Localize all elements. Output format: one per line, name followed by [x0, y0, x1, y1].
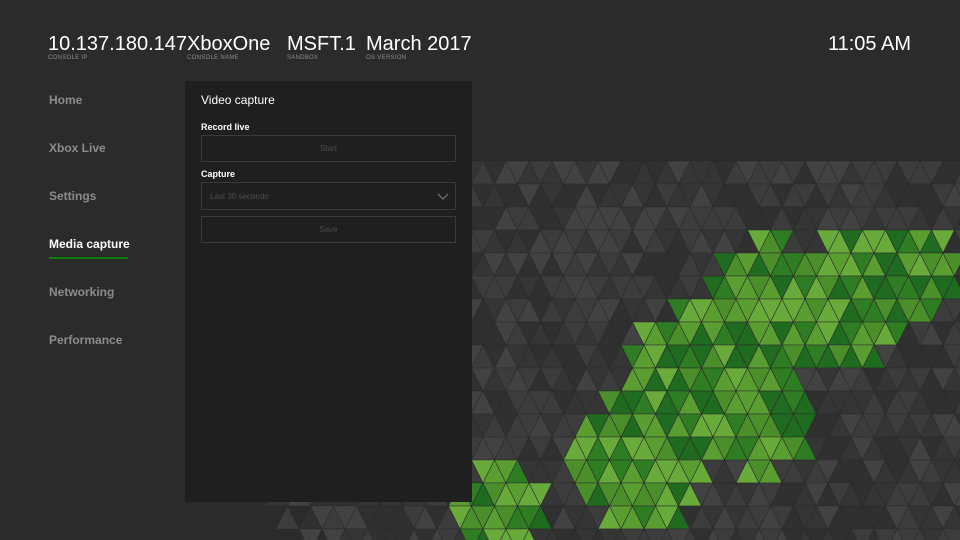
nav-item-label: Home: [49, 93, 83, 107]
sandbox: MSFT.1 SANDBOX: [287, 32, 356, 61]
active-indicator: [49, 257, 128, 259]
clock: 11:05 AM: [827, 33, 911, 55]
nav-item-home[interactable]: Home: [49, 90, 179, 138]
capture-selected-value: Last 30 seconds: [210, 192, 269, 201]
start-button[interactable]: Start: [201, 135, 456, 162]
record-live-label: Record live: [201, 122, 250, 132]
nav-item-label: Media capture: [49, 237, 130, 251]
nav-item-performance[interactable]: Performance: [49, 330, 179, 378]
console-ip: 10.137.180.147 CONSOLE IP: [48, 32, 187, 61]
nav-item-media-capture[interactable]: Media capture: [49, 234, 179, 282]
chevron-down-icon: [437, 193, 449, 200]
pattern-triangle: [275, 505, 300, 530]
save-button[interactable]: Save: [201, 216, 456, 243]
nav-item-label: Performance: [49, 333, 123, 347]
sandbox-value: MSFT.1: [287, 33, 356, 55]
os-version: March 2017 OS VERSION: [366, 32, 472, 61]
os-version-value: March 2017: [366, 33, 472, 55]
nav-item-networking[interactable]: Networking: [49, 282, 179, 330]
panel-title: Video capture: [201, 93, 275, 107]
nav-item-label: Networking: [49, 285, 115, 299]
nav-item-label: Settings: [49, 189, 97, 203]
console-ip-value: 10.137.180.147: [48, 33, 188, 55]
nav-item-settings[interactable]: Settings: [49, 186, 179, 234]
capture-label: Capture: [201, 169, 236, 179]
console-name: XboxOne CONSOLE NAME: [187, 32, 270, 61]
capture-duration-select[interactable]: Last 30 seconds: [201, 182, 456, 210]
nav-item-xbox-live[interactable]: Xbox Live: [49, 138, 179, 186]
nav-item-label: Xbox Live: [49, 141, 106, 155]
video-capture-panel: Video capture Record live Start Capture …: [185, 81, 472, 502]
console-name-value: XboxOne: [187, 33, 271, 55]
sidebar-nav: Home Xbox Live Settings Media capture Ne…: [49, 90, 179, 378]
pattern-triangle: [298, 528, 323, 540]
